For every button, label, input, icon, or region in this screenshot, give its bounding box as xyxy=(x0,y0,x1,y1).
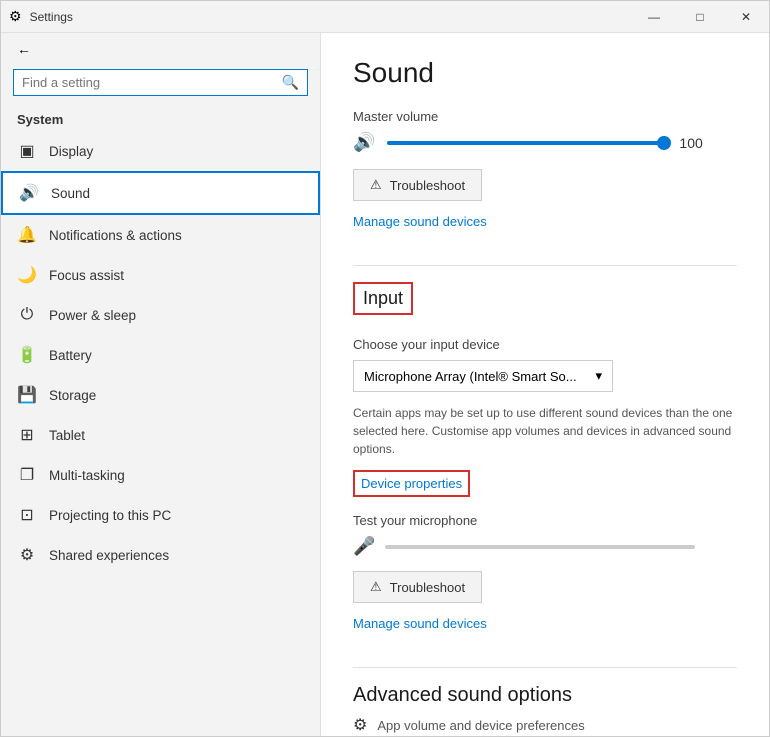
advanced-app-row: ⚙ App volume and device preferences xyxy=(353,715,737,735)
title-bar-controls: — □ ✕ xyxy=(631,1,769,33)
dropdown-chevron-icon: ▾ xyxy=(595,368,602,384)
troubleshoot-button-1[interactable]: ⚠ Troubleshoot xyxy=(353,169,482,201)
sidebar-item-display[interactable]: ▣ Display xyxy=(1,131,320,171)
page-title: Sound xyxy=(353,57,737,89)
master-volume-label: Master volume xyxy=(353,109,737,124)
sidebar-item-power[interactable]: ⏻ Power & sleep xyxy=(1,295,320,335)
notifications-icon: 🔔 xyxy=(17,225,37,245)
sidebar-item-storage[interactable]: 💾 Storage xyxy=(1,375,320,415)
sidebar-item-projecting[interactable]: ⊡ Projecting to this PC xyxy=(1,495,320,535)
sidebar: ← 🔍 System ▣ Display 🔊 Sound 🔔 Notificat… xyxy=(1,33,321,736)
title-bar-left: ⚙ Settings xyxy=(9,8,73,25)
sidebar-item-label: Power & sleep xyxy=(49,308,136,323)
volume-icon: 🔊 xyxy=(353,132,375,153)
tablet-icon: ⊞ xyxy=(17,425,37,445)
sidebar-item-multitasking[interactable]: ❐ Multi-tasking xyxy=(1,455,320,495)
maximize-button[interactable]: □ xyxy=(677,1,723,33)
main-content: Sound Master volume 🔊 100 ⚠ Troubleshoot… xyxy=(321,33,769,736)
warn-icon-1: ⚠ xyxy=(370,177,382,193)
manage-sound-devices-link-2[interactable]: Manage sound devices xyxy=(353,616,487,631)
divider-2 xyxy=(353,667,737,668)
settings-window: ⚙ Settings — □ ✕ ← 🔍 System ▣ Display xyxy=(0,0,770,737)
sidebar-item-label: Shared experiences xyxy=(49,548,169,563)
warn-icon-2: ⚠ xyxy=(370,579,382,595)
sidebar-item-label: Storage xyxy=(49,388,96,403)
content-area: ← 🔍 System ▣ Display 🔊 Sound 🔔 Notificat… xyxy=(1,33,769,736)
advanced-app-label: App volume and device preferences xyxy=(377,718,584,733)
input-device-value: Microphone Array (Intel® Smart So... xyxy=(364,369,577,384)
close-button[interactable]: ✕ xyxy=(723,1,769,33)
divider-1 xyxy=(353,265,737,266)
search-box[interactable]: 🔍 xyxy=(13,69,308,96)
minimize-button[interactable]: — xyxy=(631,1,677,33)
sidebar-item-focus[interactable]: 🌙 Focus assist xyxy=(1,255,320,295)
manage-sound-devices-link-1[interactable]: Manage sound devices xyxy=(353,214,487,229)
back-button[interactable]: ← xyxy=(1,33,320,65)
sidebar-item-label: Multi-tasking xyxy=(49,468,125,483)
focus-icon: 🌙 xyxy=(17,265,37,285)
battery-icon: 🔋 xyxy=(17,345,37,365)
input-section-title: Input xyxy=(353,282,413,315)
sidebar-item-tablet[interactable]: ⊞ Tablet xyxy=(1,415,320,455)
sound-icon: 🔊 xyxy=(19,183,39,203)
display-icon: ▣ xyxy=(17,141,37,161)
volume-value: 100 xyxy=(679,135,714,151)
power-icon: ⏻ xyxy=(17,305,37,325)
sidebar-item-label: Notifications & actions xyxy=(49,228,182,243)
mic-row: 🎤 xyxy=(353,536,737,557)
title-bar: ⚙ Settings — □ ✕ xyxy=(1,1,769,33)
multitasking-icon: ❐ xyxy=(17,465,37,485)
sidebar-item-shared[interactable]: ⚙ Shared experiences xyxy=(1,535,320,575)
sidebar-item-label: Battery xyxy=(49,348,92,363)
search-input[interactable] xyxy=(22,75,276,90)
projecting-icon: ⊡ xyxy=(17,505,37,525)
input-device-dropdown-row: Microphone Array (Intel® Smart So... ▾ xyxy=(353,360,737,392)
sidebar-item-sound[interactable]: 🔊 Sound xyxy=(1,171,320,215)
search-icon: 🔍 xyxy=(282,74,299,91)
troubleshoot-button-2[interactable]: ⚠ Troubleshoot xyxy=(353,571,482,603)
test-microphone-label: Test your microphone xyxy=(353,513,737,528)
sidebar-item-label: Sound xyxy=(51,186,90,201)
settings-logo-icon: ⚙ xyxy=(9,8,22,25)
sidebar-item-label: Display xyxy=(49,144,93,159)
input-note: Certain apps may be set up to use differ… xyxy=(353,404,737,458)
microphone-icon: 🎤 xyxy=(353,536,375,557)
section-header: System xyxy=(1,104,320,131)
advanced-app-icon: ⚙ xyxy=(353,715,367,735)
input-section: Input Choose your input device Microphon… xyxy=(353,282,737,651)
sidebar-item-label: Focus assist xyxy=(49,268,124,283)
sidebar-item-label: Tablet xyxy=(49,428,85,443)
volume-row: 🔊 100 xyxy=(353,132,737,153)
mic-level-track xyxy=(385,545,695,549)
back-icon: ← xyxy=(17,41,31,57)
choose-input-label: Choose your input device xyxy=(353,337,737,352)
volume-slider[interactable] xyxy=(387,141,667,145)
storage-icon: 💾 xyxy=(17,385,37,405)
title-bar-title: Settings xyxy=(30,10,73,24)
advanced-sound-title: Advanced sound options xyxy=(353,684,737,707)
sidebar-item-label: Projecting to this PC xyxy=(49,508,171,523)
shared-icon: ⚙ xyxy=(17,545,37,565)
sidebar-item-battery[interactable]: 🔋 Battery xyxy=(1,335,320,375)
input-device-dropdown[interactable]: Microphone Array (Intel® Smart So... ▾ xyxy=(353,360,613,392)
device-properties-link[interactable]: Device properties xyxy=(353,470,470,497)
sidebar-item-notifications[interactable]: 🔔 Notifications & actions xyxy=(1,215,320,255)
